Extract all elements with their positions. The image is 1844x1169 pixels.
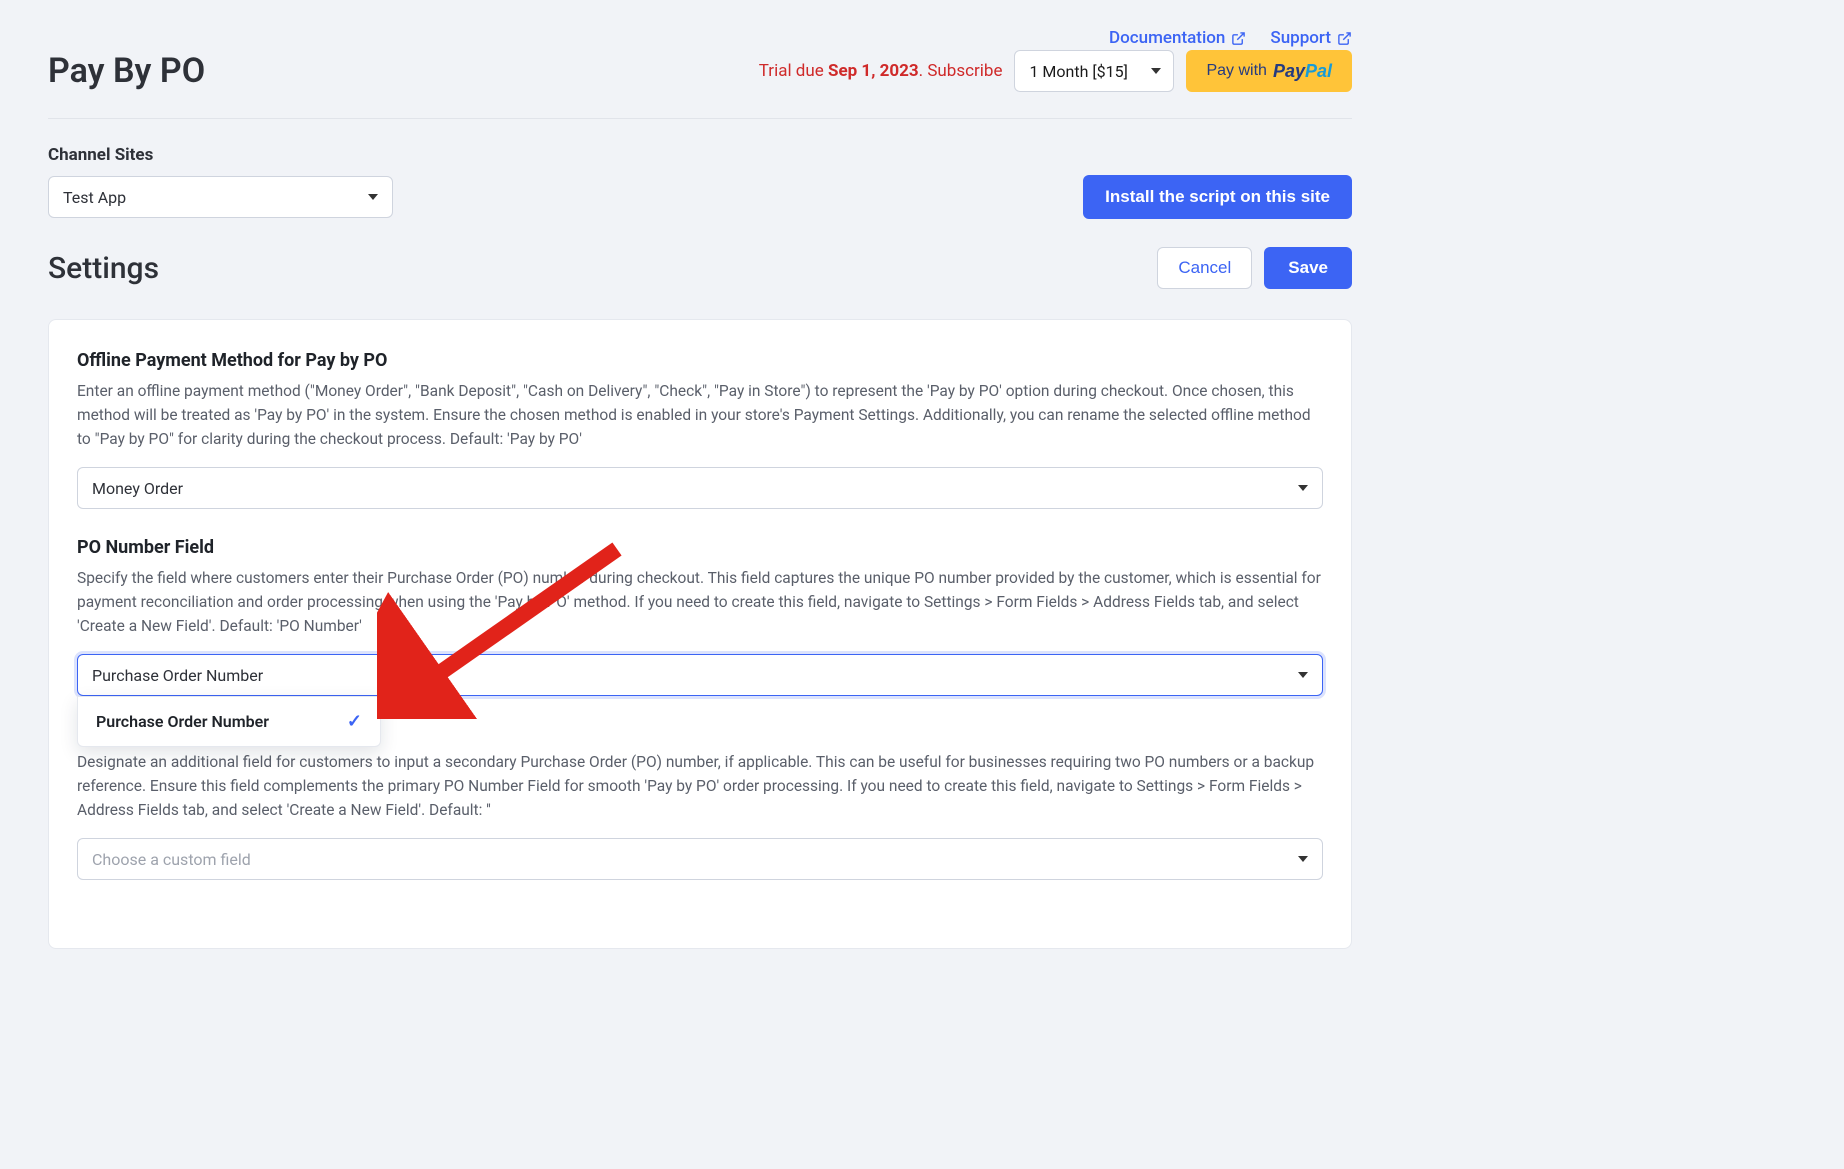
cancel-button[interactable]: Cancel (1157, 247, 1252, 289)
channel-site-value: Test App (63, 188, 126, 207)
check-icon: ✓ (347, 711, 362, 732)
channel-site-select[interactable]: Test App (48, 176, 393, 218)
caret-down-icon (1298, 856, 1308, 862)
subscribe-link[interactable]: Subscribe (927, 61, 1002, 81)
external-link-icon (1231, 31, 1246, 46)
offline-method-select[interactable]: Money Order (77, 467, 1323, 509)
support-link[interactable]: Support (1270, 28, 1352, 48)
external-link-icon (1337, 31, 1352, 46)
support-label: Support (1270, 28, 1331, 48)
save-button[interactable]: Save (1264, 247, 1352, 289)
settings-card: Offline Payment Method for Pay by PO Ent… (48, 319, 1352, 949)
secondary-po-select[interactable]: Choose a custom field (77, 838, 1323, 880)
po-number-field-select[interactable]: Purchase Order Number (77, 654, 1323, 696)
caret-down-icon (1298, 672, 1308, 678)
po-number-field-desc: Specify the field where customers enter … (77, 566, 1323, 638)
settings-heading: Settings (48, 251, 159, 286)
documentation-link[interactable]: Documentation (1109, 28, 1246, 48)
po-number-field-options: Purchase Order Number ✓ (77, 696, 381, 747)
caret-down-icon (1151, 68, 1161, 74)
po-number-field-value: Purchase Order Number (92, 666, 263, 685)
subscription-term-value: 1 Month [$15] (1029, 62, 1127, 81)
channel-sites-label: Channel Sites (48, 145, 1352, 165)
caret-down-icon (368, 194, 378, 200)
offline-method-title: Offline Payment Method for Pay by PO (77, 350, 1323, 371)
caret-down-icon (1298, 485, 1308, 491)
po-number-option[interactable]: Purchase Order Number ✓ (78, 697, 380, 746)
paypal-logo: PayPal (1273, 61, 1332, 82)
documentation-label: Documentation (1109, 28, 1225, 48)
offline-method-desc: Enter an offline payment method ("Money … (77, 379, 1323, 451)
po-number-option-label: Purchase Order Number (96, 712, 269, 731)
offline-method-value: Money Order (92, 479, 183, 498)
trial-notice: Trial due Sep 1, 2023. Subscribe (759, 61, 1003, 81)
page-title: Pay By PO (48, 51, 205, 91)
secondary-po-desc: Designate an additional field for custom… (77, 750, 1323, 822)
po-number-field-title: PO Number Field (77, 537, 1323, 558)
subscription-term-select[interactable]: 1 Month [$15] (1014, 50, 1174, 92)
secondary-po-placeholder: Choose a custom field (92, 850, 251, 869)
pay-with-paypal-button[interactable]: Pay with PayPal (1186, 50, 1352, 92)
install-script-button[interactable]: Install the script on this site (1083, 175, 1352, 219)
